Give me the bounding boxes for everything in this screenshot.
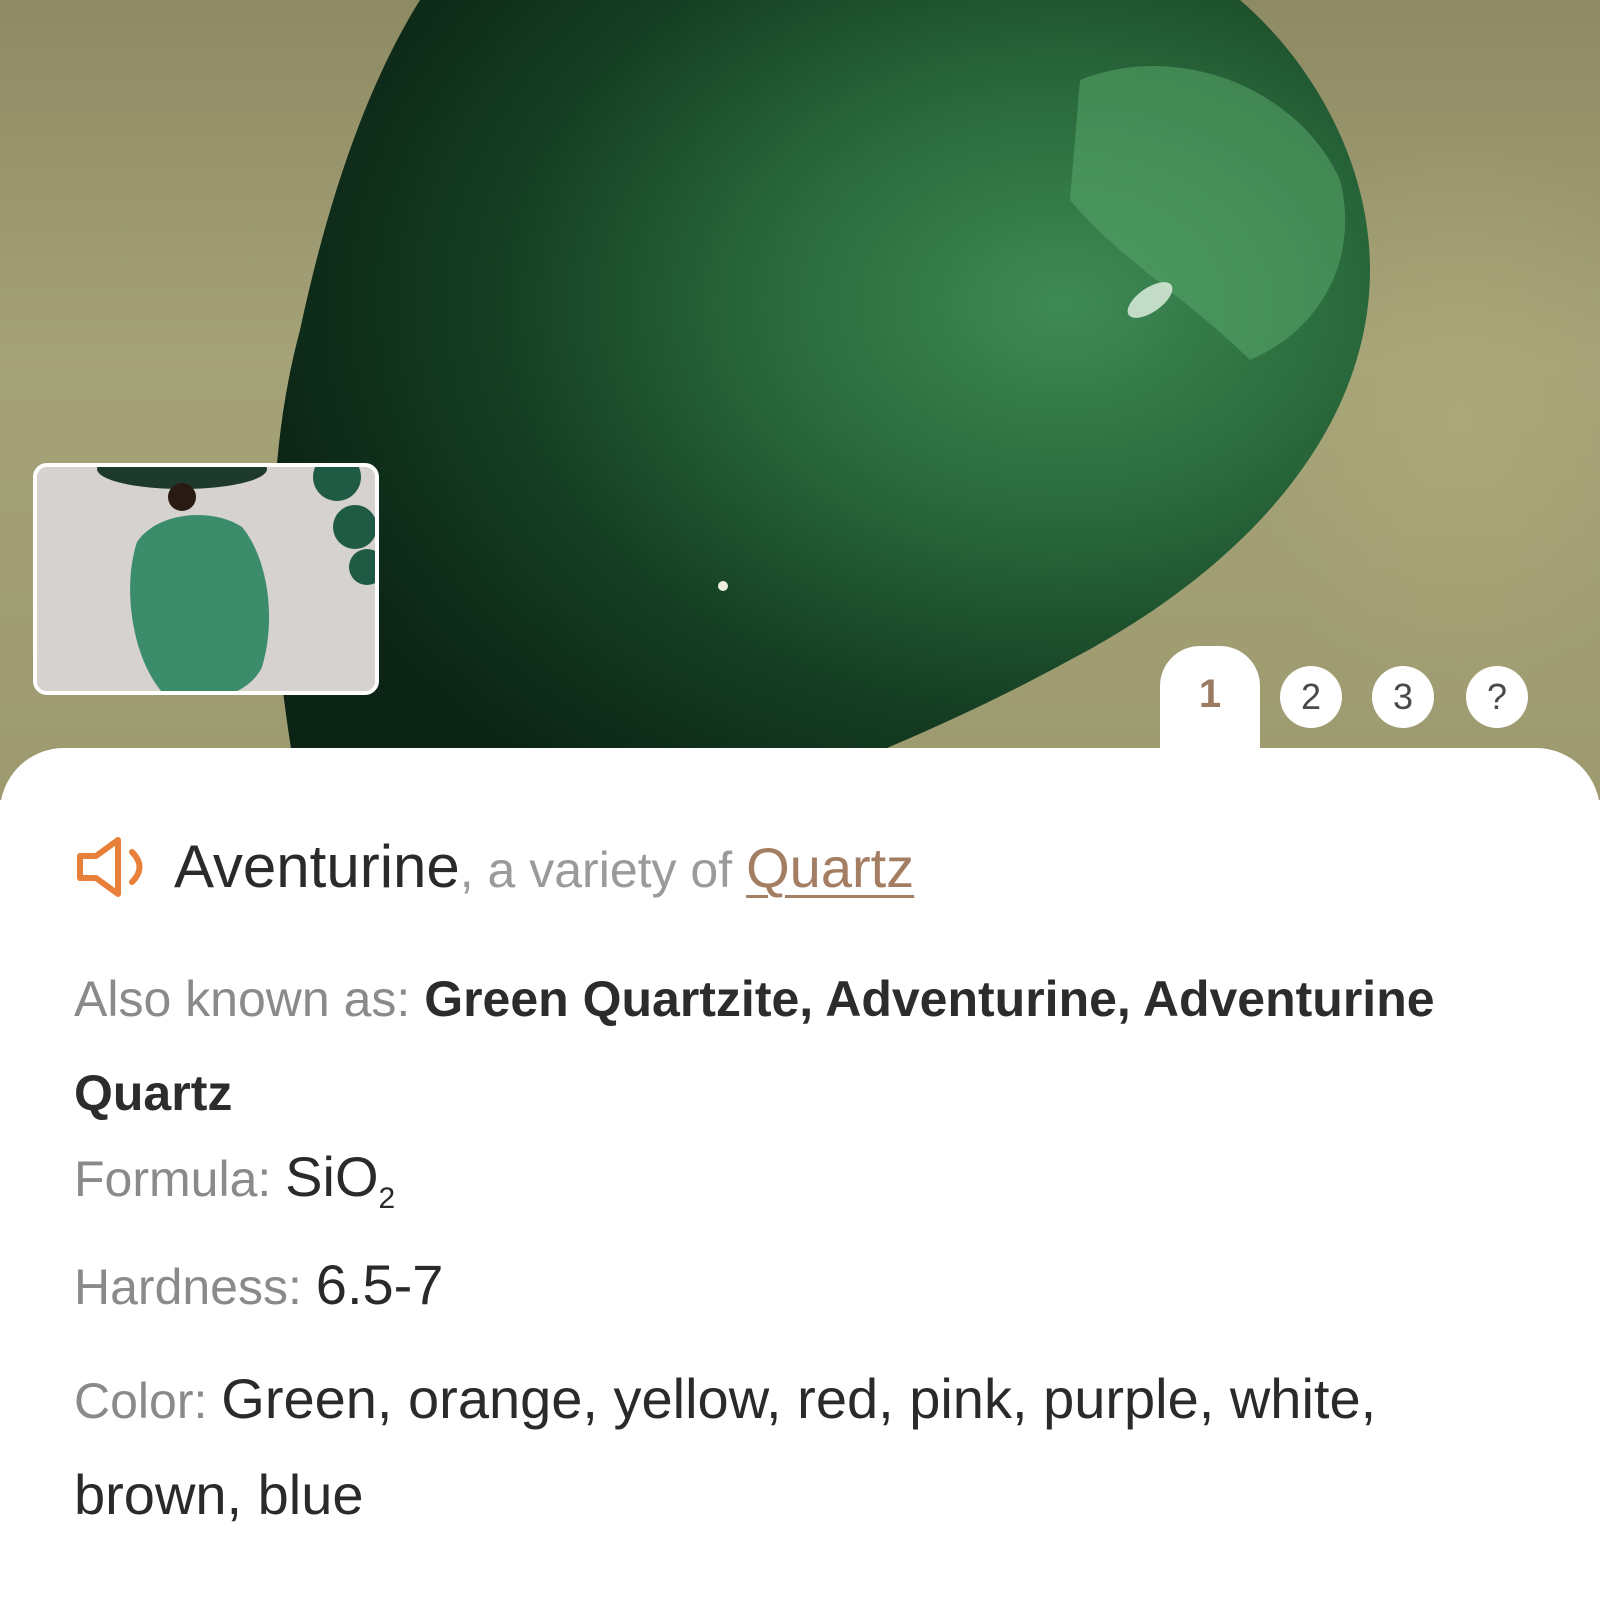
variety-text: , a variety of xyxy=(459,842,733,898)
color-label: Color: xyxy=(74,1373,208,1429)
formula-row: Formula: SiO2 xyxy=(74,1130,1540,1246)
formula-value: SiO xyxy=(285,1145,379,1208)
hardness-row: Hardness: 6.5-7 xyxy=(74,1238,1540,1334)
color-row: Color: Green, orange, yellow, red, pink,… xyxy=(74,1352,1540,1544)
result-tabs: 1 2 3 ? xyxy=(1160,646,1560,758)
tab-2-label: 2 xyxy=(1300,676,1322,717)
tab-1[interactable]: 1 xyxy=(1160,646,1260,758)
hardness-label: Hardness: xyxy=(74,1259,302,1315)
formula-label: Formula: xyxy=(74,1151,272,1207)
tab-2[interactable]: 2 xyxy=(1280,666,1342,728)
tab-3[interactable]: 3 xyxy=(1372,666,1434,728)
parent-mineral-link[interactable]: Quartz xyxy=(746,835,914,900)
tab-help-label: ? xyxy=(1486,676,1508,717)
hardness-value: 6.5-7 xyxy=(315,1253,444,1316)
color-value: Green, orange, yellow, red, pink, purple… xyxy=(74,1367,1377,1526)
thumbnail-photo[interactable] xyxy=(33,463,379,695)
aka-row: Also known as: Green Quartzite, Adventur… xyxy=(74,952,1540,1140)
mineral-name: Aventurine xyxy=(174,833,460,900)
tab-3-label: 3 xyxy=(1392,676,1414,717)
speaker-icon[interactable] xyxy=(74,832,158,902)
formula-subscript: 2 xyxy=(378,1182,396,1216)
aka-label: Also known as: xyxy=(74,971,411,1027)
tab-help[interactable]: ? xyxy=(1466,666,1528,728)
tab-1-label: 1 xyxy=(1198,672,1222,716)
mineral-title: Aventurine , a variety of Quartz xyxy=(74,832,914,902)
